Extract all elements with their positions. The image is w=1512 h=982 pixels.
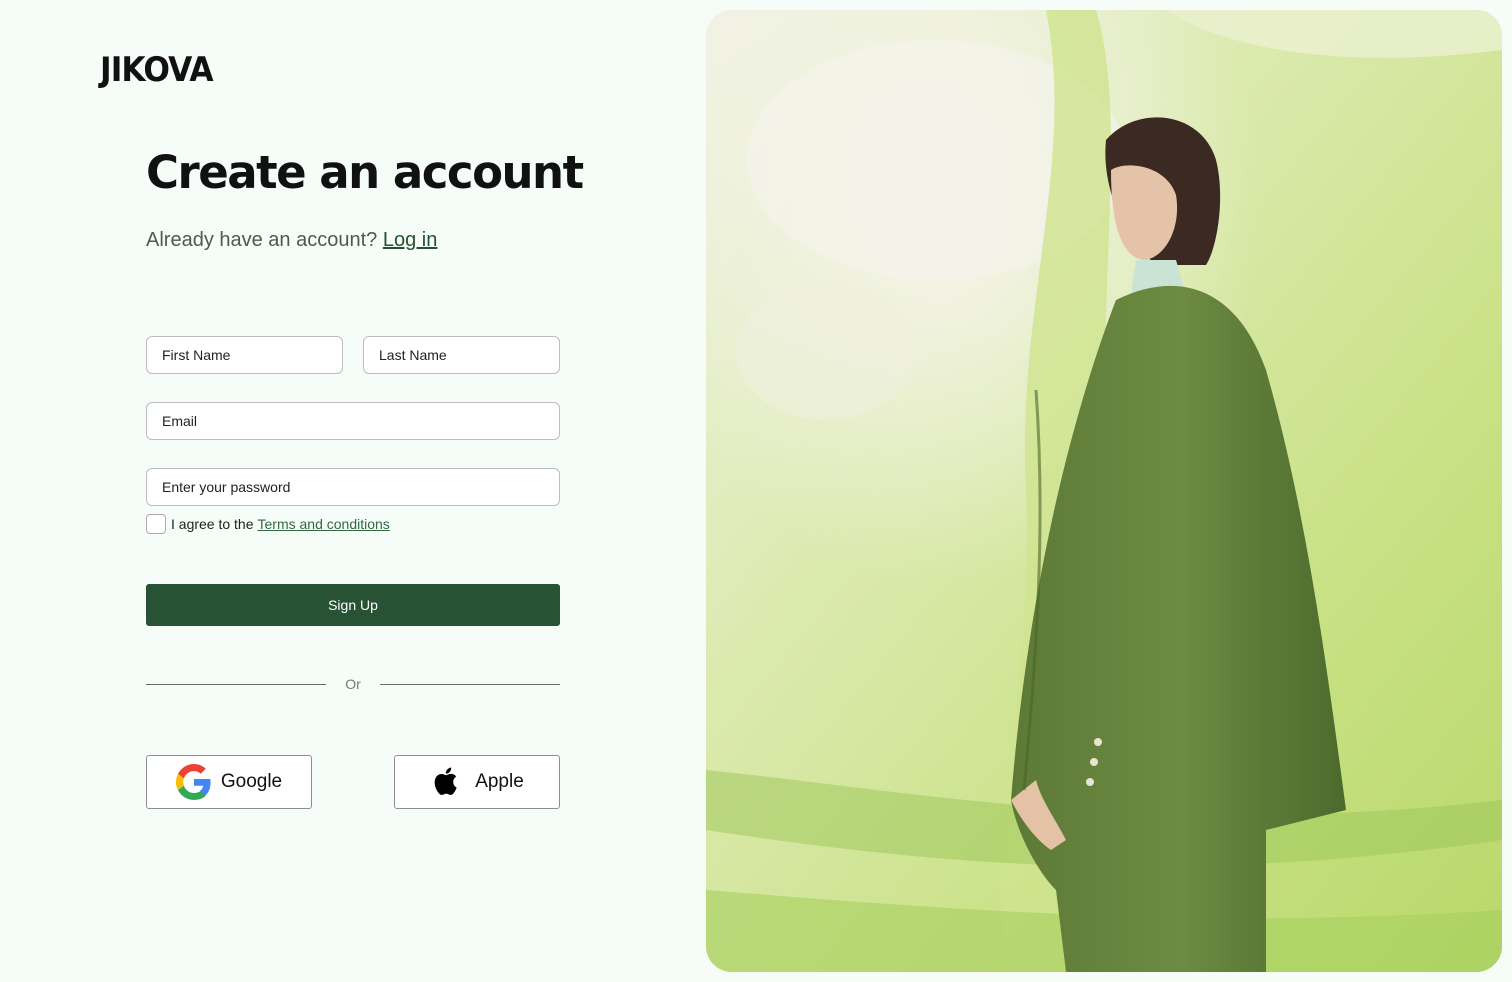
divider-label: Or: [345, 676, 361, 692]
login-prompt-text: Already have an account?: [146, 229, 378, 251]
divider-line-left: [146, 684, 326, 685]
apple-icon: [430, 764, 466, 800]
google-label: Google: [220, 771, 283, 792]
divider-line-right: [380, 684, 560, 685]
google-icon: [175, 764, 212, 800]
hero-image: [706, 10, 1502, 972]
login-link[interactable]: Log in: [383, 229, 438, 251]
apple-signin-button[interactable]: Apple: [394, 755, 560, 809]
terms-agree-text: I agree to the: [171, 516, 254, 532]
terms-link[interactable]: Terms and conditions: [258, 516, 390, 532]
first-name-field[interactable]: [146, 336, 343, 374]
apple-label: Apple: [475, 771, 524, 792]
terms-agreement: I agree to the Terms and conditions: [146, 514, 390, 534]
login-prompt: Already have an account? Log in: [146, 229, 437, 252]
page-title: Create an account: [146, 146, 584, 199]
email-field[interactable]: [146, 402, 560, 440]
hero-illustration: [706, 10, 1502, 972]
brand-logo[interactable]: JIKOVA: [100, 50, 214, 90]
last-name-field[interactable]: [363, 336, 560, 374]
terms-checkbox[interactable]: [146, 514, 166, 534]
signup-button[interactable]: Sign Up: [146, 584, 560, 626]
google-signin-button[interactable]: Google: [146, 755, 312, 809]
password-field[interactable]: [146, 468, 560, 506]
